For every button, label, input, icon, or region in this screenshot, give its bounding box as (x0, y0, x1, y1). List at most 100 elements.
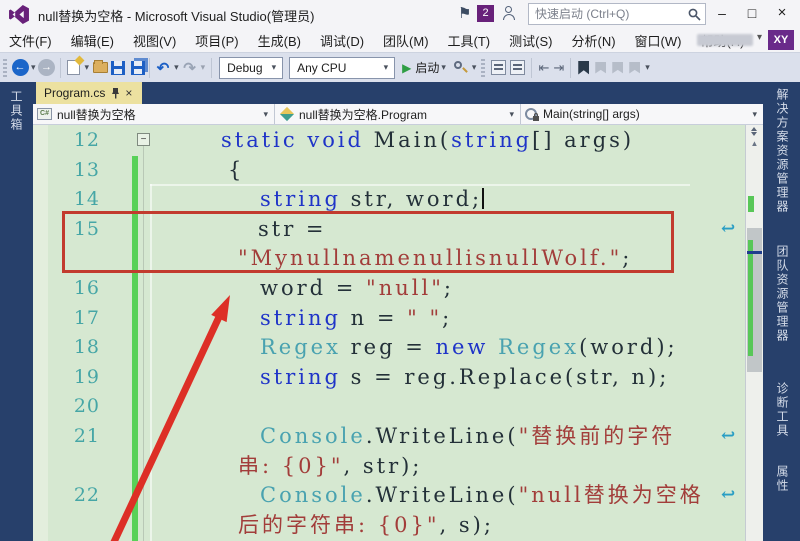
navigate-back-button[interactable]: ← (11, 56, 29, 80)
menu-item[interactable]: 分析(N) (571, 31, 615, 50)
new-file-button[interactable] (65, 55, 85, 80)
code-segment: reg = (340, 335, 436, 360)
sidebar-item-toolbox[interactable]: 工具箱 (8, 90, 25, 132)
toolbar-grip[interactable] (3, 58, 7, 77)
code-line[interactable]: 17 string n = " "; (33, 304, 745, 334)
redo-button[interactable]: ↷ (181, 56, 199, 80)
code-segment: "null替换为空格 (518, 483, 704, 508)
type-name: null替换为空格.Program (299, 107, 428, 122)
find-dropdown-icon[interactable]: ▾ (472, 62, 477, 73)
quick-launch-input[interactable] (535, 5, 683, 23)
menu-item[interactable]: 测试(S) (509, 31, 552, 50)
code-segment: ; (443, 276, 454, 300)
menu-item[interactable]: 调试(D) (320, 31, 364, 50)
close-button[interactable]: × (768, 0, 796, 28)
menu-item[interactable]: 团队(M) (383, 31, 429, 50)
line-number: 12 (73, 129, 100, 151)
pin-icon[interactable] (111, 87, 120, 99)
new-file-dropdown-icon[interactable]: ▾ (85, 62, 90, 73)
code-line[interactable]: 22 Console.WriteLine("null替换为空格 ↩ (33, 481, 745, 511)
toggle-bookmark-icon[interactable] (578, 60, 590, 75)
user-menu-caret-icon[interactable]: ▾ (757, 32, 762, 43)
open-file-button[interactable] (91, 56, 109, 80)
start-dropdown-icon: ▾ (441, 62, 446, 72)
code-line[interactable]: 21 Console.WriteLine("替换前的字符 ↩ (33, 422, 745, 452)
open-folder-icon (92, 60, 108, 73)
menu-item[interactable]: 编辑(E) (71, 31, 114, 50)
change-mark (748, 196, 754, 212)
menu-item[interactable]: 窗口(W) (635, 31, 682, 50)
menu-item[interactable]: 文件(F) (9, 31, 52, 50)
menu-item[interactable]: 项目(P) (195, 31, 238, 50)
code-line[interactable]: 20 (33, 392, 745, 422)
sidebar-item-solution-explorer[interactable]: 解决方案资源管理器 (774, 88, 791, 214)
scroll-up-icon[interactable]: ▲ (746, 139, 763, 148)
visual-studio-logo (9, 5, 29, 24)
avatar[interactable]: XY (768, 30, 794, 50)
undo-dropdown-icon[interactable]: ▾ (174, 62, 179, 73)
clear-bookmarks-icon[interactable] (629, 61, 641, 74)
code-line[interactable]: 19 string s = reg.Replace(str, n); (33, 363, 745, 393)
back-icon: ← (11, 59, 29, 76)
code-segment: n = (340, 305, 408, 330)
back-dropdown-icon[interactable]: ▾ (31, 62, 36, 73)
platform-label: Any CPU (297, 60, 347, 75)
code-text: Console.WriteLine("null替换为空格 (260, 481, 704, 511)
annotation-rectangle (62, 211, 674, 273)
platform-dropdown[interactable]: Any CPU ▾ (289, 56, 396, 79)
maximize-button[interactable]: □ (738, 0, 766, 28)
line-number: 17 (73, 306, 100, 329)
menu-item[interactable]: 工具(T) (448, 31, 491, 50)
code-line[interactable]: 16 word = "null"; (33, 274, 745, 304)
type-dropdown[interactable]: null替换为空格.Program ▾ (275, 104, 521, 124)
project-dropdown[interactable]: C# null替换为空格 ▾ (33, 104, 275, 124)
debug-target-dropdown[interactable]: Debug ▾ (219, 56, 284, 79)
toolbar-overflow-icon[interactable]: ▾ (645, 62, 650, 73)
code-segment: static void (221, 128, 374, 152)
sidebar-item-properties[interactable]: 属性 (774, 465, 791, 493)
code-line[interactable]: 串: {0}", str); (33, 452, 745, 482)
vertical-scrollbar[interactable]: ▲ (745, 125, 763, 541)
code-line[interactable]: 13 { (33, 156, 745, 186)
save-all-button[interactable] (127, 56, 145, 80)
increase-indent-icon[interactable]: ⇥ (553, 60, 564, 76)
previous-bookmark-icon[interactable] (595, 61, 607, 74)
code-line[interactable]: 18 Regex reg = new Regex(word); (33, 333, 745, 363)
find-in-files-button[interactable] (452, 56, 470, 80)
splitter-handle[interactable] (750, 127, 759, 136)
navigate-forward-button[interactable]: → (38, 56, 56, 80)
uncomment-icon[interactable] (510, 60, 526, 75)
menu-item[interactable]: 视图(V) (133, 31, 176, 50)
menu-item[interactable]: 生成(B) (258, 31, 301, 50)
code-segment: , s); (439, 512, 494, 537)
code-segment: Console (260, 424, 366, 448)
undo-button[interactable]: ↶ (154, 56, 172, 80)
decrease-indent-icon[interactable]: ⇤ (538, 60, 549, 76)
comment-icon[interactable] (491, 60, 507, 75)
save-button[interactable] (109, 56, 127, 80)
minimize-button[interactable]: – (708, 0, 736, 28)
start-debug-button[interactable]: ▶ 启动 ▾ (402, 59, 448, 76)
line-number: 22 (73, 484, 100, 507)
notifications-flag-icon[interactable]: ⚑ (458, 4, 471, 22)
notification-badge[interactable]: 2 (477, 5, 494, 22)
tab-close-icon[interactable]: × (125, 87, 132, 99)
sidebar-item-diagnostic-tools[interactable]: 诊断工具 (774, 382, 791, 438)
code-editor[interactable]: − 12 static void Main(string[] args) 13{14… (33, 125, 745, 541)
code-segment: 串: {0}" (238, 453, 344, 478)
code-line[interactable]: 12 static void Main(string[] args) (33, 126, 745, 156)
feedback-icon[interactable] (503, 6, 519, 21)
next-bookmark-icon[interactable] (612, 61, 624, 74)
code-text: static void Main(string[] args) (221, 126, 634, 156)
word-wrap-icon: ↩ (721, 218, 736, 239)
toolbar-grip[interactable] (481, 58, 486, 77)
code-text: string n = " "; (260, 304, 452, 334)
tab-program-cs[interactable]: Program.cs × (36, 82, 142, 104)
code-line[interactable]: 后的字符串: {0}", s); (33, 511, 745, 541)
chevron-down-icon: ▾ (263, 108, 268, 119)
sidebar-item-team-explorer[interactable]: 团队资源管理器 (774, 245, 791, 343)
code-segment: s = reg.Replace(str, n); (340, 364, 670, 389)
redo-dropdown-icon[interactable]: ▾ (201, 62, 206, 73)
member-dropdown[interactable]: Main(string[] args) ▾ (521, 104, 763, 124)
